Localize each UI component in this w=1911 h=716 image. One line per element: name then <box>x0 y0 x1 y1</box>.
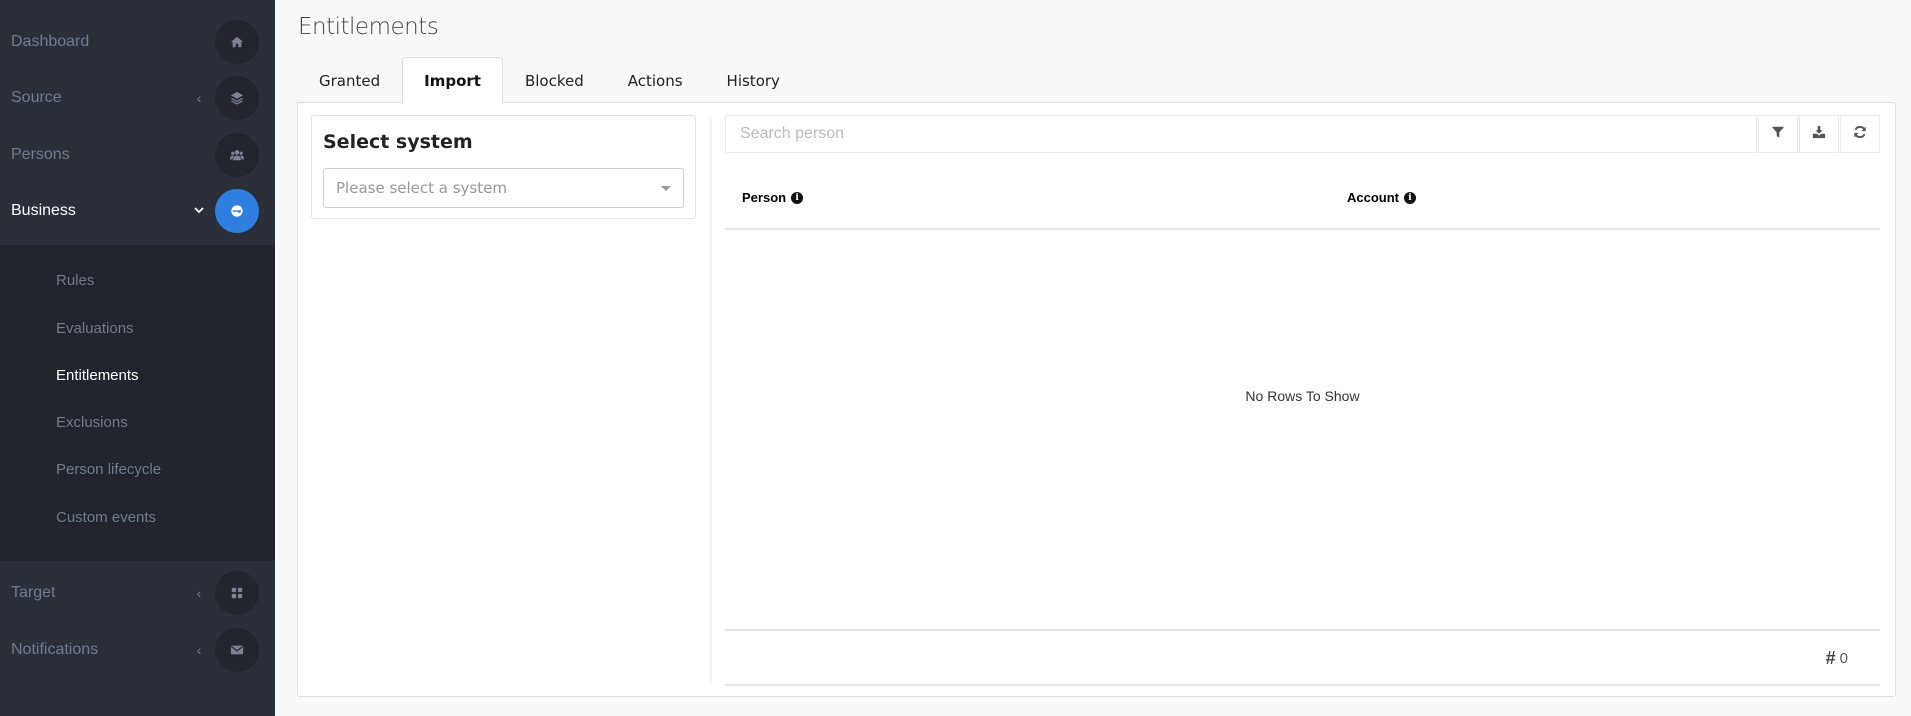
chevron-left-icon: ‹ <box>196 585 202 601</box>
sidebar-item-notifications[interactable]: Notifications ‹ <box>0 622 275 678</box>
import-panel: Select system Please select a system Per… <box>297 102 1896 697</box>
download-icon <box>1812 125 1826 144</box>
tab-history[interactable]: History <box>705 57 802 103</box>
chevron-down-icon <box>192 203 206 219</box>
chevron-left-icon: ‹ <box>196 90 202 106</box>
sidebar-item-label: Dashboard <box>11 33 90 50</box>
submenu-item-rules[interactable]: Rules <box>56 272 94 289</box>
column-header-label: Person <box>742 190 787 205</box>
sidebar-item-label: Business <box>11 202 76 219</box>
caret-down-icon <box>661 186 671 191</box>
business-icon <box>215 189 259 233</box>
system-select-placeholder: Please select a system <box>336 179 507 197</box>
business-submenu: Rules Evaluations Entitlements Exclusion… <box>0 245 275 561</box>
row-count: # 0 <box>1826 648 1848 669</box>
sidebar-item-dashboard[interactable]: Dashboard <box>0 14 275 70</box>
layers-icon <box>215 76 259 120</box>
panel-divider[interactable] <box>710 118 712 683</box>
submenu-item-evaluations[interactable]: Evaluations <box>56 320 134 337</box>
footer-divider <box>725 629 1880 631</box>
row-count-value: 0 <box>1839 650 1848 667</box>
users-icon <box>215 133 259 177</box>
filter-icon <box>1771 125 1785 144</box>
sidebar-item-source[interactable]: Source ‹ <box>0 70 275 126</box>
tab-blocked[interactable]: Blocked <box>503 57 606 103</box>
tab-granted[interactable]: Granted <box>297 57 402 103</box>
system-select[interactable]: Please select a system <box>323 168 684 208</box>
submenu-item-person-lifecycle[interactable]: Person lifecycle <box>56 461 161 478</box>
submenu-item-exclusions[interactable]: Exclusions <box>56 414 128 431</box>
sidebar-item-label: Persons <box>11 146 70 163</box>
sidebar-item-target[interactable]: Target ‹ <box>0 565 275 621</box>
sidebar-item-label: Target <box>11 584 56 601</box>
submenu-item-entitlements[interactable]: Entitlements <box>56 367 139 384</box>
sidebar-item-label: Notifications <box>11 641 99 658</box>
column-header-person[interactable]: Person i <box>742 190 804 205</box>
empty-grid-message: No Rows To Show <box>1245 388 1360 404</box>
chevron-left-icon: ‹ <box>196 642 202 658</box>
download-button[interactable] <box>1799 115 1839 153</box>
tab-import[interactable]: Import <box>402 57 503 104</box>
sidebar: Dashboard Source ‹ Persons Business Rule… <box>0 0 275 716</box>
tab-actions[interactable]: Actions <box>606 57 705 103</box>
grid-icon <box>215 571 259 615</box>
info-icon: i <box>791 191 804 204</box>
grid-toolbar <box>725 115 1880 153</box>
home-icon <box>215 20 259 64</box>
envelope-icon <box>215 628 259 672</box>
sidebar-item-label: Source <box>11 89 62 106</box>
header-divider <box>725 228 1880 230</box>
select-system-card: Select system Please select a system <box>311 115 696 219</box>
refresh-button[interactable] <box>1840 115 1880 153</box>
page-title: Entitlements <box>298 14 439 40</box>
column-header-label: Account <box>1347 190 1399 205</box>
refresh-icon <box>1853 125 1867 144</box>
select-system-title: Select system <box>323 131 473 153</box>
filter-button[interactable] <box>1758 115 1798 153</box>
column-header-account[interactable]: Account i <box>1347 190 1416 205</box>
sidebar-item-persons[interactable]: Persons <box>0 127 275 183</box>
search-person-input[interactable] <box>725 115 1757 153</box>
tab-bar: Granted Import Blocked Actions History <box>297 57 802 104</box>
submenu-item-custom-events[interactable]: Custom events <box>56 509 156 526</box>
hash-icon: # <box>1825 648 1836 668</box>
footer-bottom-divider <box>725 684 1880 686</box>
sidebar-item-business[interactable]: Business <box>0 183 275 239</box>
info-icon: i <box>1404 191 1416 204</box>
